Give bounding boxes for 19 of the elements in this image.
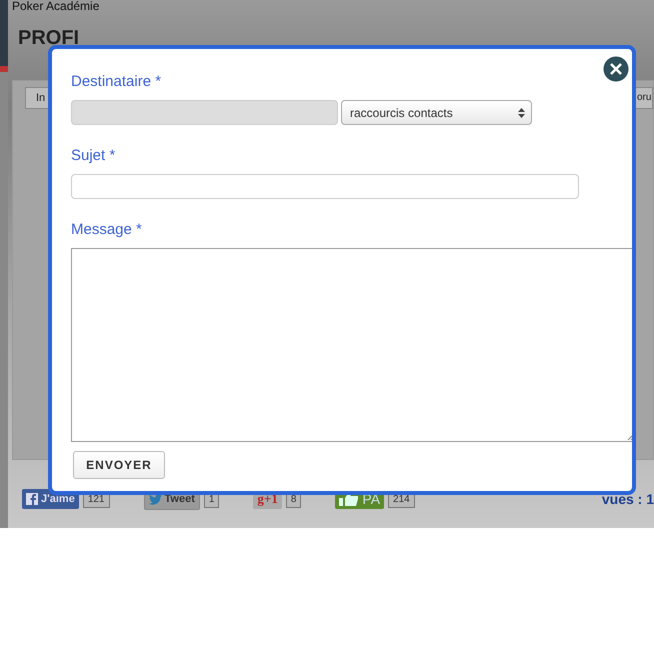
sort-icon (518, 108, 525, 118)
close-icon[interactable] (601, 54, 631, 84)
tab[interactable]: In (25, 87, 50, 109)
tab[interactable]: oru (635, 87, 653, 109)
message-field[interactable] (71, 248, 632, 442)
resize-grip-icon (627, 433, 632, 440)
facebook-icon (26, 493, 38, 505)
send-button[interactable]: ENVOYER (73, 451, 165, 479)
contacts-dropdown[interactable]: raccourcis contacts (341, 100, 532, 125)
page-heading: PROFI (18, 30, 80, 46)
field-label: Destinataire * (71, 73, 162, 90)
thumbs-up-icon (339, 492, 360, 506)
site-title: Poker Académie (12, 0, 100, 15)
recipient-field[interactable] (71, 100, 338, 125)
views-label: vues : 1 (602, 491, 654, 507)
subject-field[interactable] (71, 174, 579, 199)
bird-icon (148, 494, 162, 504)
field-label: Message * (71, 221, 143, 238)
field-label: Sujet * (71, 147, 116, 164)
